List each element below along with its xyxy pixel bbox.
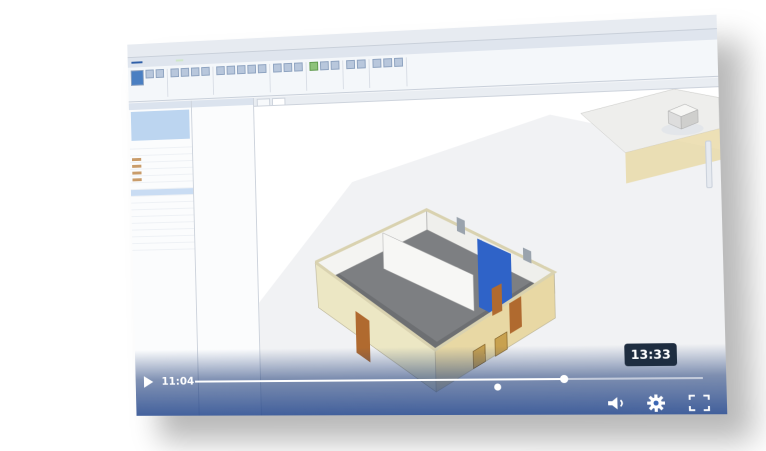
fullscreen-icon[interactable] [689, 395, 711, 412]
seek-bar[interactable]: 13:33 [195, 370, 703, 392]
player-controls: 11:04 13:33 [135, 360, 727, 416]
video-player[interactable]: 11:04 13:33 [127, 15, 727, 416]
navigation-bar [705, 140, 713, 188]
seek-handle[interactable] [560, 375, 568, 383]
hover-time-tooltip: 13:33 [624, 343, 677, 366]
viewcube-icon [657, 95, 707, 138]
video-stage: 11:04 13:33 [0, 0, 766, 451]
scrub-preview-marker [494, 383, 501, 390]
volume-icon[interactable] [607, 396, 626, 410]
current-time: 11:04 [161, 375, 194, 388]
seek-progress [195, 378, 565, 383]
play-icon[interactable] [143, 375, 154, 389]
gear-icon[interactable] [646, 394, 665, 413]
